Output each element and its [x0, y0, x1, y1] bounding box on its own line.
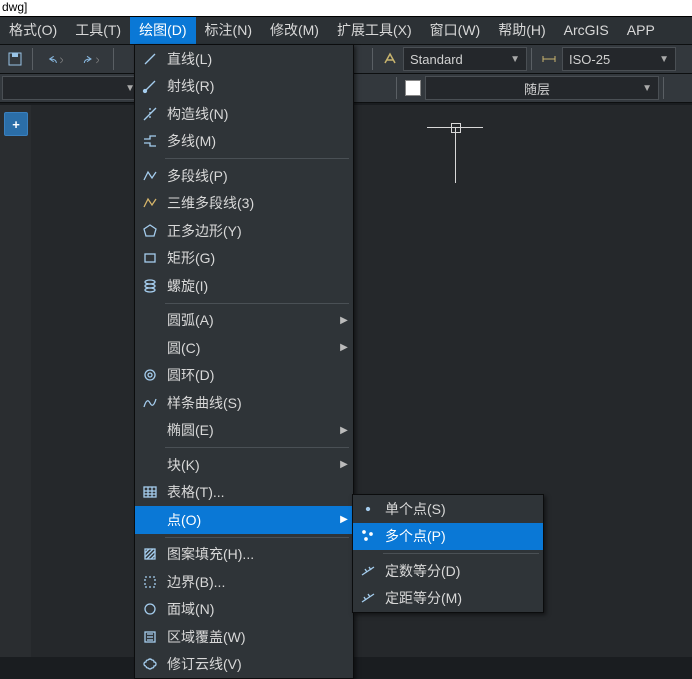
menu-item-ellipse[interactable]: 椭圆(E) ▶ [135, 417, 353, 445]
textstyle-value: Standard [410, 52, 463, 67]
revision-cloud-icon [135, 656, 165, 672]
menu-item-region[interactable]: 面域(N) [135, 596, 353, 624]
construction-line-icon [135, 106, 165, 122]
undo-button[interactable] [38, 47, 72, 71]
menu-item-arc[interactable]: 圆弧(A) ▶ [135, 307, 353, 335]
draw-menu-dropdown: 直线(L) 射线(R) 构造线(N) 多线(M) 多段线(P) 三维多段线(3)… [134, 44, 354, 679]
submenu-arrow-icon: ▶ [335, 342, 353, 353]
menu-tools[interactable]: 工具(T) [66, 17, 130, 44]
menu-item-revcloud[interactable]: 修订云线(V) [135, 651, 353, 679]
line-icon [135, 51, 165, 67]
menubar: 格式(O) 工具(T) 绘图(D) 标注(N) 修改(M) 扩展工具(X) 窗口… [0, 17, 692, 45]
rectangle-icon [135, 250, 165, 266]
polygon-icon [135, 223, 165, 239]
menu-item-point[interactable]: 点(O) ▶ [135, 506, 353, 534]
ray-icon [135, 78, 165, 94]
bylayer-value: 随层 [432, 79, 642, 98]
table-icon [135, 484, 165, 500]
menu-extensions[interactable]: 扩展工具(X) [328, 17, 421, 44]
menu-item-xline[interactable]: 构造线(N) [135, 100, 353, 128]
window-title-fragment: dwg] [0, 0, 692, 17]
submenu-arrow-icon: ▶ [335, 514, 353, 525]
submenu-arrow-icon: ▶ [335, 459, 353, 470]
submenu-item-single-point[interactable]: 单个点(S) [353, 495, 543, 523]
3d-polyline-icon [135, 195, 165, 211]
multiline-icon [135, 133, 165, 149]
boundary-icon [135, 574, 165, 590]
menu-item-line[interactable]: 直线(L) [135, 45, 353, 73]
color-swatch[interactable] [405, 80, 421, 96]
menu-separator [165, 447, 349, 448]
menu-item-rectangle[interactable]: 矩形(G) [135, 245, 353, 273]
wipeout-icon [135, 629, 165, 645]
submenu-item-measure[interactable]: 定距等分(M) [353, 585, 543, 613]
menu-app[interactable]: APP [618, 17, 664, 44]
menu-separator [383, 553, 539, 554]
menu-item-donut[interactable]: 圆环(D) [135, 362, 353, 390]
submenu-item-divide[interactable]: 定数等分(D) [353, 557, 543, 585]
bylayer-dropdown[interactable]: 随层 ▼ [425, 76, 659, 100]
divide-icon [353, 563, 383, 579]
add-tab-button[interactable]: + [4, 112, 28, 136]
textstyle-dropdown[interactable]: Standard ▼ [403, 47, 527, 71]
helix-icon [135, 278, 165, 294]
save-button[interactable] [3, 47, 27, 71]
hatch-icon [135, 546, 165, 562]
dimstyle-dropdown[interactable]: ISO-25 ▼ [562, 47, 676, 71]
chevron-down-icon: ▼ [642, 83, 652, 94]
menu-draw[interactable]: 绘图(D) [130, 17, 195, 44]
menu-item-polygon[interactable]: 正多边形(Y) [135, 217, 353, 245]
menu-item-polyline[interactable]: 多段线(P) [135, 162, 353, 190]
dimstyle-icon[interactable] [537, 47, 561, 71]
menu-dimension[interactable]: 标注(N) [196, 17, 261, 44]
menu-item-wipeout[interactable]: 区域覆盖(W) [135, 623, 353, 651]
textstyle-icon[interactable] [378, 47, 402, 71]
menu-item-helix[interactable]: 螺旋(I) [135, 272, 353, 300]
left-panel [0, 105, 32, 657]
menu-separator [165, 303, 349, 304]
menu-separator [165, 158, 349, 159]
menu-item-ray[interactable]: 射线(R) [135, 73, 353, 101]
menu-window[interactable]: 窗口(W) [421, 17, 490, 44]
submenu-item-multiple-points[interactable]: 多个点(P) [353, 523, 543, 551]
menu-item-circle[interactable]: 圆(C) ▶ [135, 334, 353, 362]
menu-item-block[interactable]: 块(K) ▶ [135, 451, 353, 479]
menu-help[interactable]: 帮助(H) [489, 17, 554, 44]
menu-item-hatch[interactable]: 图案填充(H)... [135, 541, 353, 569]
layer-dropdown[interactable]: ▼ [2, 76, 142, 100]
submenu-arrow-icon: ▶ [335, 425, 353, 436]
menu-item-3dpolyline[interactable]: 三维多段线(3) [135, 190, 353, 218]
chevron-down-icon: ▼ [659, 54, 669, 65]
menu-item-spline[interactable]: 样条曲线(S) [135, 389, 353, 417]
menu-arcgis[interactable]: ArcGIS [555, 17, 618, 44]
region-icon [135, 601, 165, 617]
menu-format[interactable]: 格式(O) [0, 17, 66, 44]
menu-item-table[interactable]: 表格(T)... [135, 479, 353, 507]
spline-icon [135, 395, 165, 411]
donut-icon [135, 367, 165, 383]
submenu-arrow-icon: ▶ [335, 315, 353, 326]
polyline-icon [135, 168, 165, 184]
menu-modify[interactable]: 修改(M) [261, 17, 328, 44]
single-point-icon [353, 501, 383, 517]
menu-item-boundary[interactable]: 边界(B)... [135, 568, 353, 596]
point-submenu-dropdown: 单个点(S) 多个点(P) 定数等分(D) 定距等分(M) [352, 494, 544, 613]
menu-separator [165, 537, 349, 538]
measure-icon [353, 590, 383, 606]
dimstyle-value: ISO-25 [569, 52, 610, 67]
redo-button[interactable] [74, 47, 108, 71]
chevron-down-icon: ▼ [510, 54, 520, 65]
menu-item-mline[interactable]: 多线(M) [135, 128, 353, 156]
multiple-points-icon [353, 528, 383, 544]
